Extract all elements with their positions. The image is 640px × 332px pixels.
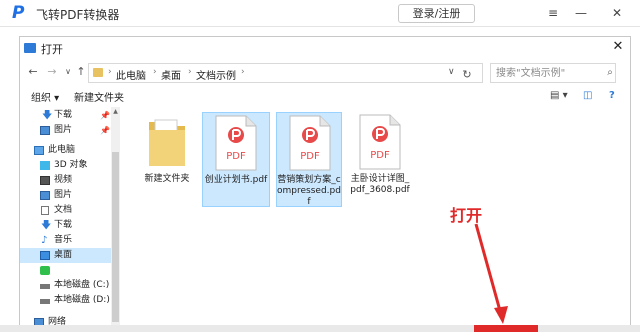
preview-pane-icon[interactable]: ◫ <box>583 90 592 101</box>
dialog-titlebar: 打开 ✕ <box>20 37 630 59</box>
sidebar-item-this-pc[interactable]: 此电脑 <box>20 143 112 158</box>
pin-icon: 📌 <box>100 126 110 135</box>
sidebar-item-pictures[interactable]: 图片 <box>20 188 112 203</box>
breadcrumb-separator: › <box>241 67 245 77</box>
breadcrumb-separator: › <box>108 67 112 77</box>
dialog-window-icon <box>24 43 36 53</box>
sidebar-item-label: 图片 <box>54 190 73 200</box>
back-arrow-icon[interactable]: ← <box>25 64 41 80</box>
picture-icon <box>40 191 50 200</box>
close-icon[interactable]: ✕ <box>606 3 628 23</box>
3d-objects-icon <box>40 161 50 170</box>
pin-icon: 📌 <box>100 111 110 120</box>
picture-icon <box>40 126 50 135</box>
sidebar-item-label: 此电脑 <box>48 145 76 155</box>
breadcrumb-doc-samples[interactable]: 文档示例 <box>196 67 236 82</box>
file-name: 新建文件夹 <box>144 174 190 184</box>
sidebar-item-label: 3D 对象 <box>54 160 88 170</box>
file-name: 创业计划书.pdf <box>204 175 268 185</box>
sidebar-item-label: 音乐 <box>54 235 73 245</box>
folder-icon <box>93 68 103 77</box>
sidebar-item-drive-d[interactable]: 本地磁盘 (D:) <box>20 293 112 308</box>
video-icon <box>40 176 50 185</box>
new-folder-button[interactable]: 新建文件夹 <box>74 89 124 104</box>
sidebar-item-documents[interactable]: 文档 <box>20 203 112 218</box>
sidebar-item-desktop[interactable]: 桌面 <box>20 248 112 263</box>
breadcrumb-separator: › <box>153 67 157 77</box>
view-options-icon[interactable]: ▤ ▾ <box>550 90 568 101</box>
sidebar-item-label: 下载 <box>54 110 73 120</box>
pdf-file-icon: PDF <box>359 114 401 170</box>
sidebar-item-label: 文档 <box>54 205 73 215</box>
sidebar-item-label: 桌面 <box>54 250 73 260</box>
sidebar-item-downloads-pinned[interactable]: 🡇 下载 📌 <box>20 108 112 123</box>
login-register-button[interactable]: 登录/注册 <box>398 4 475 23</box>
pdf-file-icon: PDF <box>289 115 331 171</box>
menu-icon[interactable]: ≡ <box>542 3 564 23</box>
address-dropdown-chevron-icon[interactable]: ∨ <box>448 67 455 77</box>
app-title: 飞转PDF转换器 <box>36 8 120 22</box>
svg-text:PDF: PDF <box>370 150 390 161</box>
desktop-icon <box>40 251 50 260</box>
download-arrow-icon: 🡇 <box>41 220 52 231</box>
help-icon[interactable]: ? <box>609 90 615 101</box>
scrollbar-thumb[interactable] <box>112 152 119 322</box>
organize-button[interactable]: 组织 ▾ <box>31 89 59 104</box>
address-bar[interactable]: › 此电脑 › 桌面 › 文档示例 › ∨ <box>88 63 483 83</box>
dialog-bottom-edge <box>0 325 640 332</box>
breadcrumb-this-pc[interactable]: 此电脑 <box>116 67 146 82</box>
sidebar-scrollbar[interactable]: ▲ <box>111 107 120 332</box>
svg-text:PDF: PDF <box>226 151 246 162</box>
dialog-toolbar: 组织 ▾ 新建文件夹 ▤ ▾ ◫ ? <box>20 87 630 105</box>
folder-icon <box>149 119 185 166</box>
sidebar-item-drive-c[interactable]: 本地磁盘 (C:) <box>20 278 112 293</box>
search-input[interactable] <box>490 63 616 83</box>
file-name: 营销策划方案_compressed.pdf <box>277 175 341 207</box>
sidebar-item-pictures-pinned[interactable]: 图片 📌 <box>20 123 112 138</box>
breadcrumb-desktop[interactable]: 桌面 <box>161 67 181 82</box>
sidebar-item-app[interactable] <box>20 263 112 278</box>
file-item-pdf[interactable]: PDF 创业计划书.pdf <box>202 112 270 207</box>
dialog-title: 打开 <box>41 43 63 56</box>
sidebar-item-label: 视频 <box>54 175 73 185</box>
sidebar-item-label: 下载 <box>54 220 73 230</box>
sidebar-item-videos[interactable]: 视频 <box>20 173 112 188</box>
sidebar-item-downloads[interactable]: 🡇 下载 <box>20 218 112 233</box>
up-arrow-icon[interactable]: ↑ <box>73 64 89 80</box>
file-name: 主卧设计详图_pdf_3608.pdf <box>350 174 410 195</box>
open-file-dialog: 打开 ✕ ← → ∨ ↑ › 此电脑 › 桌面 › 文档示例 › ∨ ↻ ⌕ 组… <box>19 36 631 332</box>
file-item-pdf[interactable]: PDF 营销策划方案_compressed.pdf <box>276 112 342 207</box>
drive-icon <box>40 299 50 304</box>
sidebar-item-label: 本地磁盘 (D:) <box>54 295 110 305</box>
file-item-folder[interactable]: 新建文件夹 <box>140 112 194 207</box>
svg-text:PDF: PDF <box>300 151 320 162</box>
dialog-close-icon[interactable]: ✕ <box>610 39 626 57</box>
forward-arrow-icon[interactable]: → <box>44 64 60 80</box>
file-item-pdf[interactable]: PDF 主卧设计详图_pdf_3608.pdf <box>348 112 412 207</box>
app-logo-icon: P <box>12 3 25 23</box>
drive-icon <box>40 284 50 289</box>
sidebar-item-music[interactable]: ♪ 音乐 <box>20 233 112 248</box>
sidebar-item-label: 图片 <box>54 125 73 135</box>
music-icon: ♪ <box>41 235 48 246</box>
download-arrow-icon: 🡇 <box>42 110 53 121</box>
breadcrumb-separator: › <box>188 67 192 77</box>
refresh-icon[interactable]: ↻ <box>460 68 474 82</box>
computer-icon <box>34 146 44 155</box>
sidebar-item-label: 本地磁盘 (C:) <box>54 280 110 290</box>
navigation-pane: 🡇 下载 📌 图片 📌 此电脑 3D 对象 视频 图片 文档 🡇 下载 ♪ 音乐… <box>20 107 120 332</box>
minimize-icon[interactable]: — <box>570 3 592 23</box>
app-titlebar: P 飞转PDF转换器 登录/注册 ≡ — ✕ <box>0 0 640 27</box>
sidebar-item-3d-objects[interactable]: 3D 对象 <box>20 158 112 173</box>
document-icon <box>41 206 49 215</box>
app-green-icon <box>40 266 50 275</box>
annotation-arrow <box>474 223 508 324</box>
search-icon: ⌕ <box>607 67 613 78</box>
open-button-highlight[interactable] <box>474 325 538 332</box>
pdf-file-icon: PDF <box>215 115 257 171</box>
scroll-up-arrow-icon[interactable]: ▲ <box>111 108 120 115</box>
